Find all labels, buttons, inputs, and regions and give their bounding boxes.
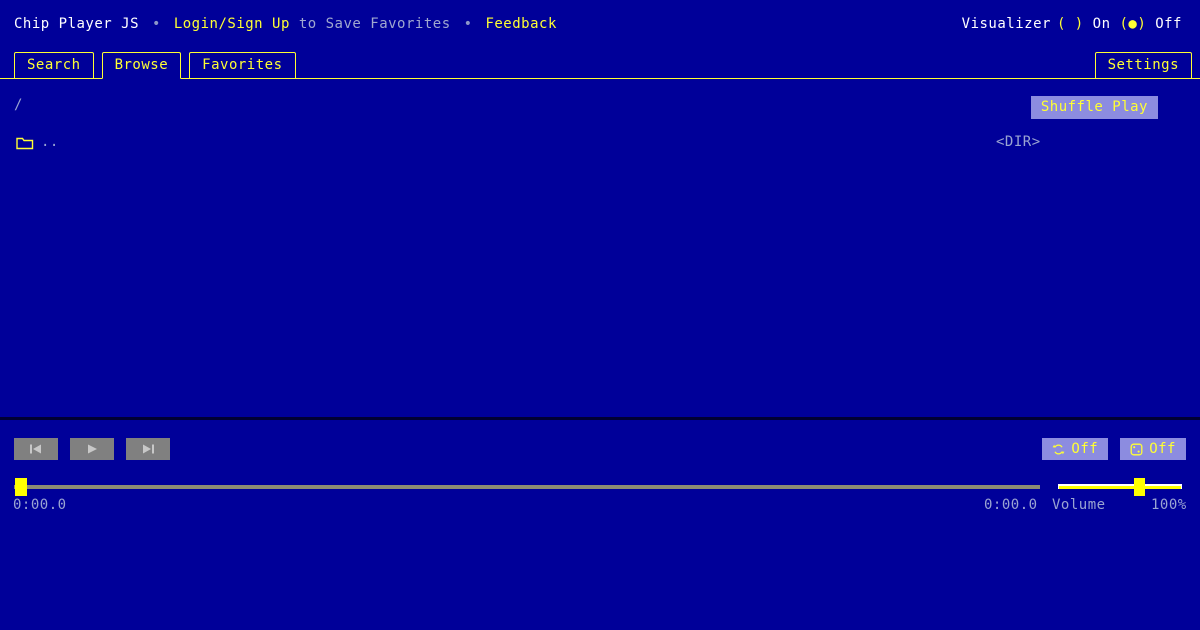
player-toggle-group: Off Off (1042, 438, 1186, 460)
repeat-icon (1052, 443, 1065, 456)
visualizer-off-label[interactable]: Off (1155, 16, 1182, 32)
skip-next-icon (140, 443, 156, 455)
list-item[interactable]: .. <DIR> (0, 134, 1200, 156)
current-time-label: 0:00.0 (13, 497, 67, 513)
previous-button[interactable] (14, 438, 58, 460)
header-bullet-2: • (463, 16, 473, 32)
volume-thumb[interactable] (1134, 478, 1145, 496)
total-time-label: 0:00.0 (984, 497, 1038, 513)
next-button[interactable] (126, 438, 170, 460)
tab-bar: Search Browse Favorites Settings (0, 48, 1200, 80)
folder-icon (16, 136, 34, 150)
tab-search[interactable]: Search (14, 52, 94, 79)
shuffle-dice-icon (1130, 443, 1143, 456)
volume-slider[interactable] (1058, 478, 1182, 496)
shuffle-toggle-button[interactable]: Off (1120, 438, 1186, 460)
seek-slider[interactable] (14, 478, 1040, 496)
app-header: Chip Player JS • Login/Sign Up to Save F… (0, 0, 1200, 48)
visualizer-off-radio[interactable]: (●) (1119, 16, 1146, 32)
shuffle-toggle-label: Off (1149, 441, 1176, 457)
visualizer-control-group: Visualizer ( ) On (●) Off (962, 16, 1186, 32)
repeat-toggle-button[interactable]: Off (1042, 438, 1109, 460)
tab-group-right: Settings (1094, 52, 1192, 79)
chip-player-app: Chip Player JS • Login/Sign Up to Save F… (0, 0, 1200, 630)
volume-track-fill (1059, 486, 1181, 489)
transport-controls (14, 438, 170, 460)
shuffle-play-button[interactable]: Shuffle Play (1030, 96, 1158, 119)
browse-panel: / Shuffle Play .. <DIR> (0, 82, 1200, 417)
play-icon (84, 443, 100, 455)
visualizer-on-label[interactable]: On (1093, 16, 1111, 32)
seek-track (14, 485, 1040, 489)
tab-group-left: Search Browse Favorites (14, 52, 296, 79)
header-bullet-1: • (151, 16, 161, 32)
tab-favorites[interactable]: Favorites (189, 52, 296, 79)
brand-line: Chip Player JS • Login/Sign Up to Save F… (14, 16, 557, 32)
visualizer-label: Visualizer (961, 16, 1051, 32)
seek-thumb[interactable] (15, 478, 27, 496)
list-item-label: .. (41, 134, 59, 150)
repeat-toggle-label: Off (1071, 441, 1099, 457)
skip-previous-icon (28, 443, 44, 455)
tab-settings[interactable]: Settings (1094, 52, 1192, 79)
visualizer-on-radio[interactable]: ( ) (1057, 16, 1084, 32)
volume-value-label: 100% (1151, 497, 1187, 513)
volume-label: Volume (1052, 497, 1106, 513)
list-item-type: <DIR> (996, 134, 1041, 150)
player-bar: Off Off 0:00.0 0:00.0 Volume 100% (0, 420, 1200, 530)
tab-browse[interactable]: Browse (101, 52, 182, 79)
volume-track (1058, 484, 1182, 489)
feedback-link[interactable]: Feedback (485, 16, 556, 32)
breadcrumb[interactable]: / (14, 97, 23, 113)
login-suffix-text: to Save Favorites (298, 16, 451, 32)
play-button[interactable] (70, 438, 114, 460)
login-signup-link[interactable]: Login/Sign Up (174, 16, 290, 32)
page-title: Chip Player JS (14, 16, 140, 32)
